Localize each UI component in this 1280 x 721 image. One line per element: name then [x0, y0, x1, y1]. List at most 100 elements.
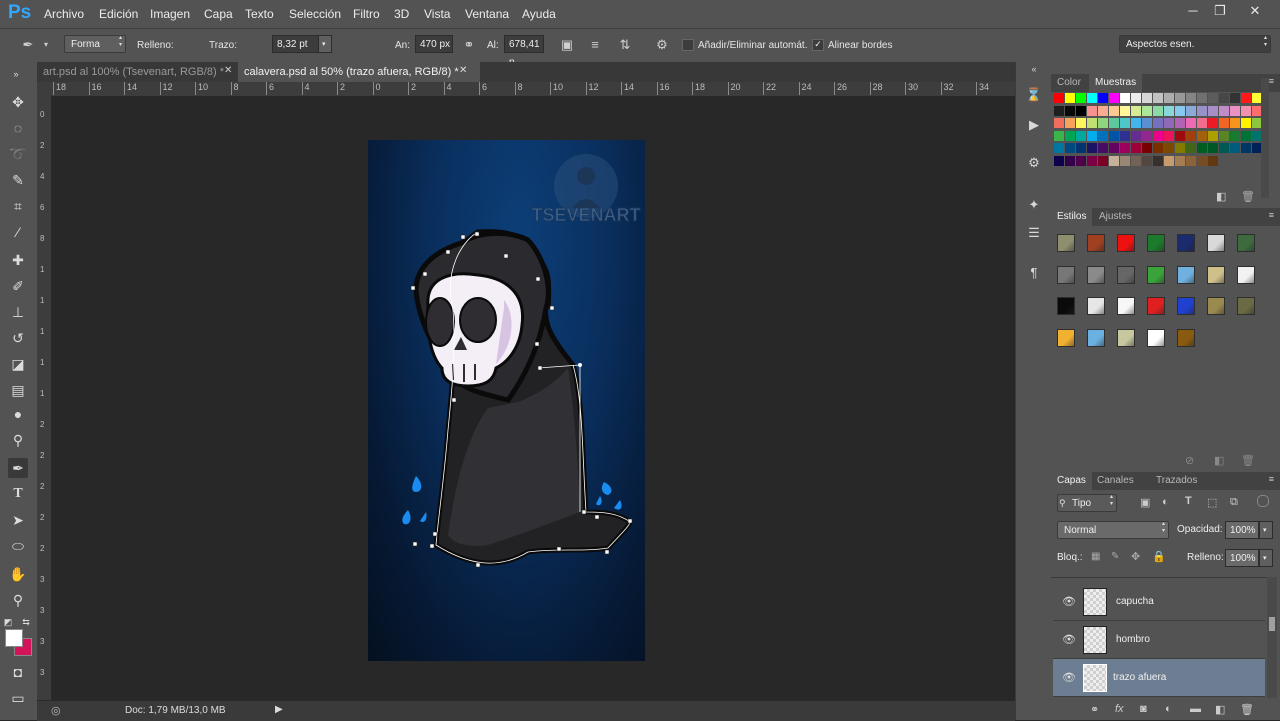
tab-color[interactable]: Color [1051, 74, 1087, 92]
marquee-tool-icon[interactable]: ◌ [8, 118, 28, 138]
color-swatch[interactable] [1241, 143, 1251, 153]
menu-imagen[interactable]: Imagen [150, 7, 190, 21]
trash-icon[interactable]: 🗑 [1241, 454, 1255, 467]
opacity-dropdown-icon[interactable]: ▾ [1259, 521, 1273, 539]
filter-shape-icon[interactable]: ⬚ [1207, 496, 1217, 509]
color-swatch[interactable] [1241, 130, 1251, 141]
style-preset[interactable] [1147, 265, 1165, 284]
color-swatch[interactable] [1098, 155, 1108, 166]
lock-position-icon[interactable]: ✥ [1131, 550, 1140, 563]
color-swatch[interactable] [1153, 143, 1163, 153]
color-swatch[interactable] [1175, 143, 1185, 153]
dodge-tool-icon[interactable]: ⚲ [8, 430, 28, 450]
style-preset[interactable] [1117, 234, 1135, 252]
lock-transparency-icon[interactable]: ▦ [1091, 551, 1100, 562]
style-preset[interactable] [1237, 234, 1255, 252]
color-swatch[interactable] [1120, 130, 1130, 141]
actions-play-icon[interactable]: ▶ [1025, 116, 1043, 134]
restore-icon[interactable]: ❐ [1210, 3, 1230, 19]
workspace-select[interactable]: Aspectos esen. [1119, 35, 1271, 53]
color-swatch[interactable] [1175, 155, 1185, 166]
style-preset[interactable] [1057, 265, 1075, 284]
color-swatch[interactable] [1098, 105, 1108, 116]
color-swatch[interactable] [1142, 130, 1152, 141]
close-icon[interactable]: ✕ [1245, 3, 1265, 19]
adjustment-layer-icon[interactable]: ◐ [1165, 703, 1172, 715]
path-selection-tool-icon[interactable]: ➤ [8, 510, 28, 530]
color-swatch[interactable] [1197, 118, 1207, 128]
close-tab-icon[interactable]: ✕ [459, 65, 467, 76]
color-swatch[interactable] [1219, 105, 1229, 116]
color-swatch[interactable] [1054, 155, 1064, 166]
style-preset[interactable] [1117, 297, 1135, 315]
minimize-icon[interactable]: ─ [1183, 3, 1203, 18]
color-swatch[interactable] [1164, 105, 1174, 116]
filter-adjustment-icon[interactable]: ◐ [1162, 496, 1169, 508]
properties-icon[interactable]: ⚙ [1025, 154, 1043, 172]
menu-capa[interactable]: Capa [204, 7, 233, 21]
healing-brush-tool-icon[interactable]: ✚ [8, 250, 28, 270]
color-swatch[interactable] [1065, 143, 1075, 153]
trash-icon[interactable]: 🗑 [1240, 703, 1254, 716]
style-preset[interactable] [1177, 328, 1195, 347]
color-swatch[interactable] [1131, 143, 1141, 153]
history-icon[interactable]: ⌛ [1025, 86, 1043, 104]
color-swatch[interactable] [1131, 130, 1141, 141]
move-tool-icon[interactable]: ✥ [8, 92, 28, 112]
color-swatch[interactable] [1131, 105, 1141, 116]
color-swatch[interactable] [1164, 130, 1174, 141]
new-swatch-icon[interactable]: ◧ [1216, 190, 1226, 203]
path-alignment-icon[interactable]: ≡ [587, 37, 603, 53]
color-swatch[interactable] [1120, 143, 1130, 153]
foreground-color-swatch[interactable] [5, 629, 23, 647]
color-swatch[interactable] [1098, 143, 1108, 153]
style-preset[interactable] [1237, 265, 1255, 284]
menu-edicion[interactable]: Edición [99, 7, 138, 21]
layer-row[interactable]: 👁 hombro [1053, 621, 1265, 659]
opacity-input[interactable]: 100% [1225, 521, 1259, 539]
color-swatch[interactable] [1175, 118, 1185, 128]
color-swatch[interactable] [1109, 105, 1119, 116]
color-swatch[interactable] [1230, 93, 1240, 103]
tab-swatches[interactable]: Muestras [1089, 74, 1143, 92]
menu-filtro[interactable]: Filtro [353, 7, 380, 21]
brush-tool-icon[interactable]: ✐ [8, 276, 28, 296]
color-swatch[interactable] [1153, 118, 1163, 128]
tab-styles[interactable]: Estilos [1051, 208, 1093, 226]
filter-type-icon[interactable]: T [1185, 495, 1192, 507]
collapse-icon[interactable]: » [6, 64, 26, 84]
document-canvas[interactable]: TSEVENART [368, 140, 645, 661]
color-swatch[interactable] [1076, 93, 1086, 103]
color-swatch[interactable] [1197, 143, 1207, 153]
trash-icon[interactable]: 🗑 [1241, 190, 1255, 203]
menu-vista[interactable]: Vista [424, 7, 450, 21]
pen-tool-preset-icon[interactable]: ✒ [20, 37, 36, 53]
style-preset[interactable] [1117, 265, 1135, 284]
tab-adjustments[interactable]: Ajustes [1093, 208, 1138, 226]
ellipse-tool-icon[interactable]: ⬭ [8, 536, 28, 556]
stroke-width-input[interactable]: 8,32 pt [272, 35, 320, 53]
color-swatch[interactable] [1219, 130, 1229, 141]
color-swatch[interactable] [1142, 93, 1152, 103]
color-swatch[interactable] [1098, 118, 1108, 128]
mode-select[interactable]: Forma [64, 35, 126, 53]
layers-scrollbar[interactable] [1267, 577, 1277, 698]
color-swatch[interactable] [1230, 118, 1240, 128]
color-swatch[interactable] [1153, 155, 1163, 166]
status-menu-arrow-icon[interactable]: ▶ [275, 704, 283, 715]
color-swatch[interactable] [1120, 105, 1130, 116]
clear-style-icon[interactable]: ⊘ [1185, 454, 1194, 467]
zoom-tool-icon[interactable]: ⚲ [8, 590, 28, 610]
height-input[interactable]: 678,41 p [504, 35, 544, 68]
layer-row-selected[interactable]: 👁 trazo afuera [1053, 659, 1265, 697]
screen-mode-icon[interactable]: ▭ [8, 688, 28, 708]
color-swatch[interactable] [1098, 130, 1108, 141]
path-arrangement-icon[interactable]: ⇅ [617, 37, 633, 53]
color-swatch[interactable] [1054, 143, 1064, 153]
color-swatch[interactable] [1098, 93, 1108, 103]
color-swatch[interactable] [1054, 93, 1064, 103]
color-swatch[interactable] [1164, 155, 1174, 166]
color-swatch[interactable] [1076, 130, 1086, 141]
style-preset[interactable] [1147, 328, 1165, 347]
paragraph-icon[interactable]: ¶ [1025, 264, 1043, 282]
